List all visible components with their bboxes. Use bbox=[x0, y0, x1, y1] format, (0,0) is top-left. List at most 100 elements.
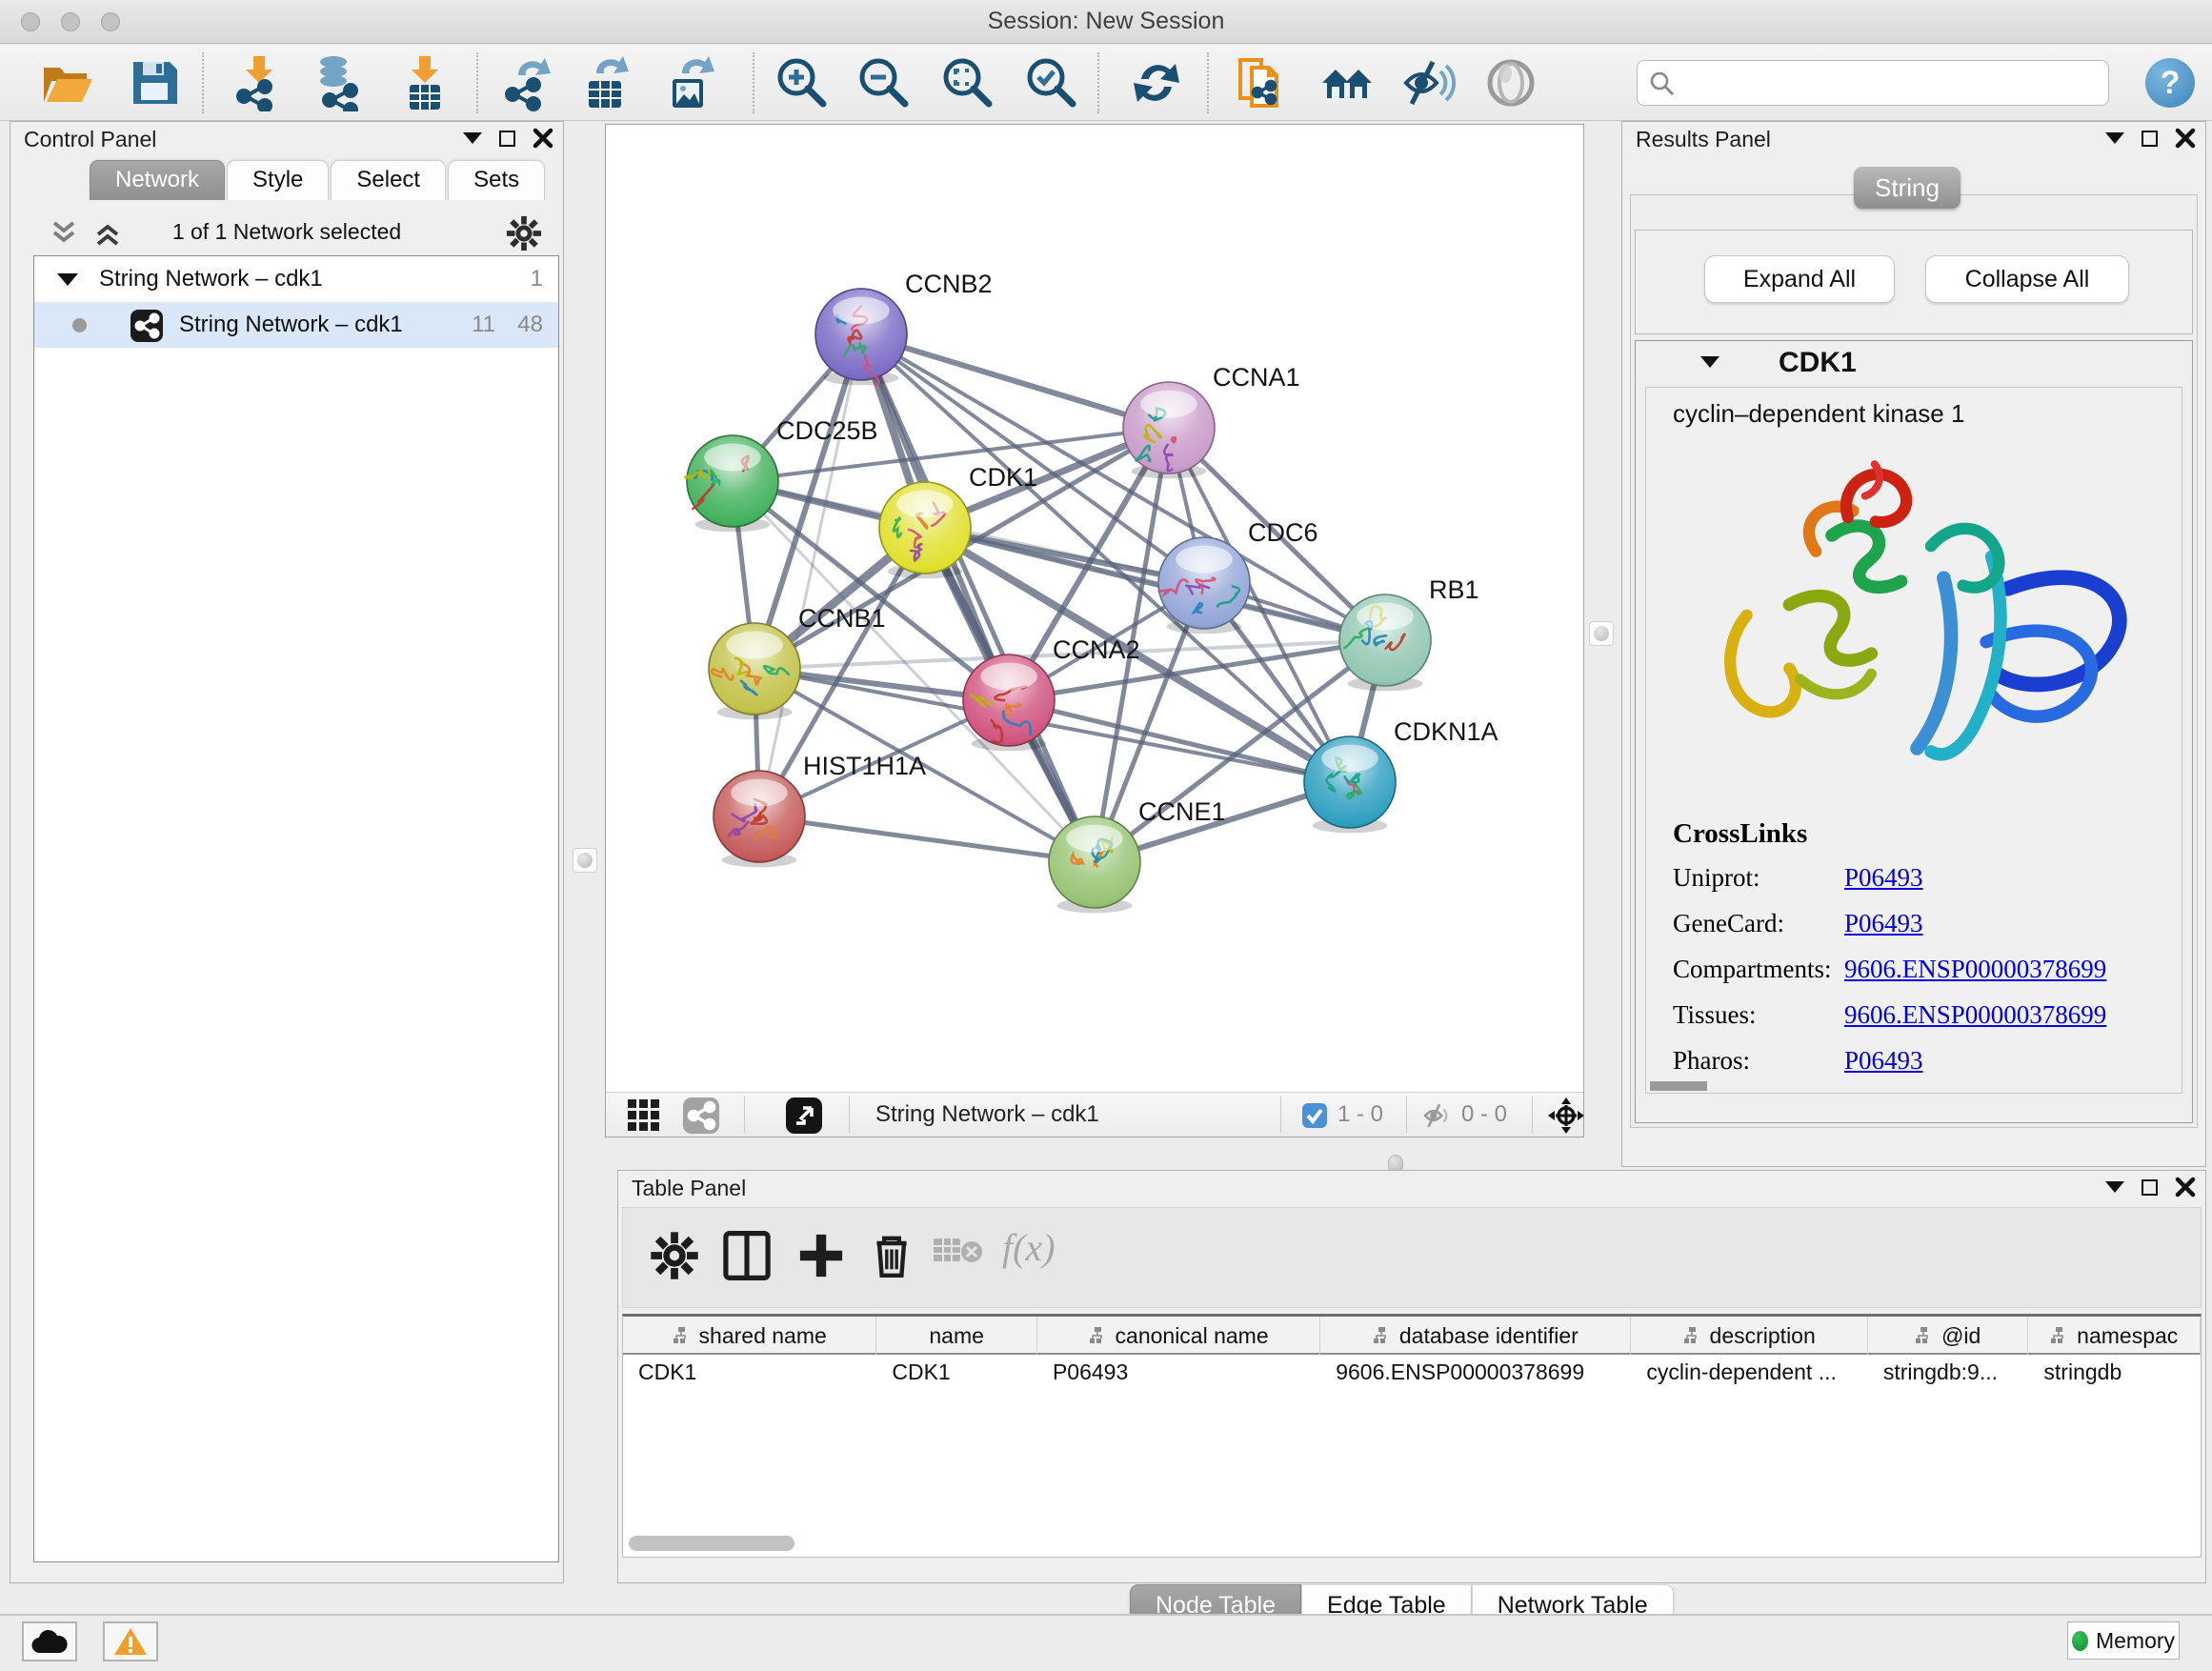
collection-expand-icon[interactable] bbox=[57, 273, 78, 286]
crosslink-link[interactable]: 9606.ENSP00000378699 bbox=[1844, 955, 2106, 984]
network-badge-icon[interactable] bbox=[682, 1097, 720, 1135]
delete-column-icon[interactable] bbox=[867, 1231, 916, 1280]
import-network-icon[interactable] bbox=[231, 54, 288, 111]
panel-menu-icon[interactable] bbox=[2105, 132, 2124, 144]
search-input[interactable] bbox=[1637, 60, 2109, 106]
node-label-CDK1: CDK1 bbox=[969, 463, 1037, 492]
network-collection-row[interactable]: String Network – cdk1 1 bbox=[34, 256, 558, 302]
table-row[interactable]: CDK1CDK1P064939606.ENSP00000378699cyclin… bbox=[623, 1355, 2201, 1393]
network-row[interactable]: String Network – cdk1 11 48 bbox=[34, 302, 558, 348]
birdseye-view-icon[interactable] bbox=[785, 1097, 823, 1135]
section-collapse-icon[interactable] bbox=[1700, 356, 1719, 368]
grid-view-icon[interactable] bbox=[627, 1098, 661, 1133]
network-edge-CCNB2-HIST1H1A[interactable] bbox=[759, 334, 861, 816]
expand-all-button[interactable]: Expand All bbox=[1704, 255, 1895, 303]
export-image-icon[interactable] bbox=[661, 54, 718, 111]
search-text-field[interactable] bbox=[1683, 65, 2093, 101]
zoom-in-icon[interactable] bbox=[774, 54, 831, 111]
close-panel-icon[interactable] bbox=[2175, 128, 2196, 149]
show-all-icon[interactable] bbox=[1482, 54, 1539, 111]
gear-icon[interactable] bbox=[650, 1231, 699, 1280]
cloud-status-button[interactable] bbox=[22, 1621, 77, 1661]
column-header-label: @id bbox=[1941, 1323, 1981, 1349]
network-node-CCNA1[interactable] bbox=[1123, 382, 1215, 478]
table-cell[interactable]: P06493 bbox=[1037, 1355, 1320, 1393]
collapse-all-button[interactable]: Collapse All bbox=[1925, 255, 2129, 303]
column-header-label: description bbox=[1710, 1323, 1816, 1349]
node-table: shared namenamecanonical namedatabase id… bbox=[622, 1314, 2202, 1558]
table-toolbar: f(x) bbox=[622, 1207, 2202, 1308]
network-edge-CCNB2-CCNE1[interactable] bbox=[861, 334, 1095, 862]
network-edge-CCNB2-CCNA1[interactable] bbox=[861, 334, 1169, 428]
network-edge-HIST1H1A-CCNE1[interactable] bbox=[759, 816, 1095, 862]
table-cell[interactable]: CDK1 bbox=[876, 1355, 1037, 1393]
panel-menu-icon[interactable] bbox=[2105, 1181, 2124, 1193]
import-network-from-database-icon[interactable] bbox=[311, 54, 368, 111]
column-header-name[interactable]: name bbox=[876, 1317, 1037, 1355]
crosslink-link[interactable]: P06493 bbox=[1844, 863, 1923, 893]
close-panel-icon[interactable] bbox=[533, 128, 553, 149]
node-section-header[interactable]: CDK1 bbox=[1636, 341, 2192, 385]
show-columns-icon[interactable] bbox=[722, 1231, 772, 1280]
pan-crosshair-icon[interactable] bbox=[1547, 1097, 1585, 1135]
open-session-icon[interactable] bbox=[38, 54, 95, 111]
cloud-icon bbox=[30, 1628, 69, 1655]
table-cell[interactable]: stringdb:9... bbox=[1868, 1355, 2029, 1393]
warning-status-button[interactable] bbox=[103, 1621, 158, 1661]
save-session-icon[interactable] bbox=[126, 54, 183, 111]
network-canvas[interactable]: CCNB2CCNA1CDC25BCDK1CDC6RB1CCNB1CCNA2CDK… bbox=[606, 125, 1583, 1092]
column-header-@id[interactable]: @id bbox=[1868, 1317, 2029, 1355]
results-scrollbar-thumb[interactable] bbox=[1650, 1081, 1707, 1091]
tab-string[interactable]: String bbox=[1854, 167, 1961, 209]
network-node-CDK1[interactable] bbox=[879, 482, 971, 578]
add-column-icon[interactable] bbox=[796, 1231, 846, 1280]
apply-layout-icon[interactable] bbox=[1128, 54, 1185, 111]
table-hscrollbar-thumb[interactable] bbox=[629, 1536, 794, 1551]
network-node-CDC25B[interactable] bbox=[685, 435, 778, 532]
crosslink-link[interactable]: P06493 bbox=[1844, 909, 1923, 938]
zoom-out-icon[interactable] bbox=[855, 54, 913, 111]
column-header-canonical-name[interactable]: canonical name bbox=[1037, 1317, 1320, 1355]
close-panel-icon[interactable] bbox=[2175, 1177, 2196, 1198]
network-node-HIST1H1A[interactable] bbox=[714, 771, 805, 867]
export-network-icon[interactable] bbox=[499, 54, 556, 111]
right-splitter-handle[interactable] bbox=[1589, 621, 1614, 646]
zoom-selected-icon[interactable] bbox=[1023, 54, 1080, 111]
export-table-icon[interactable] bbox=[577, 54, 634, 111]
column-header-shared-name[interactable]: shared name bbox=[623, 1317, 876, 1355]
network-node-CDKN1A[interactable] bbox=[1304, 736, 1396, 833]
help-icon[interactable]: ? bbox=[2145, 58, 2195, 108]
column-header-description[interactable]: description bbox=[1631, 1317, 1867, 1355]
crosslink-link[interactable]: P06493 bbox=[1844, 1046, 1923, 1076]
table-cell[interactable]: 9606.ENSP00000378699 bbox=[1320, 1355, 1631, 1393]
left-splitter-handle[interactable] bbox=[573, 848, 597, 873]
memory-button[interactable]: Memory bbox=[2067, 1621, 2180, 1660]
tab-style[interactable]: Style bbox=[227, 160, 329, 200]
network-view: CCNB2CCNA1CDC25BCDK1CDC6RB1CCNB1CCNA2CDK… bbox=[605, 124, 1584, 1137]
table-cell[interactable]: stringdb bbox=[2028, 1355, 2201, 1393]
column-header-database-identifier[interactable]: database identifier bbox=[1320, 1317, 1631, 1355]
float-panel-icon[interactable] bbox=[2142, 1179, 2158, 1196]
selected-checkbox-icon[interactable] bbox=[1301, 1102, 1328, 1129]
control-panel: Control Panel NetworkStyleSelectSets 1 o… bbox=[10, 121, 564, 1583]
network-node-RB1[interactable] bbox=[1339, 594, 1431, 691]
hide-selected-icon[interactable] bbox=[1400, 54, 1458, 111]
network-node-CCNB1[interactable] bbox=[709, 623, 800, 719]
crosslink-link[interactable]: 9606.ENSP00000378699 bbox=[1844, 1000, 2106, 1030]
import-table-icon[interactable] bbox=[396, 54, 453, 111]
first-neighbors-icon[interactable] bbox=[1318, 54, 1376, 111]
float-panel-icon[interactable] bbox=[2142, 131, 2158, 147]
float-panel-icon[interactable] bbox=[499, 131, 515, 147]
column-header-namespac[interactable]: namespac bbox=[2028, 1317, 2201, 1355]
table-cell[interactable]: CDK1 bbox=[623, 1355, 876, 1393]
zoom-fit-icon[interactable] bbox=[939, 54, 996, 111]
network-node-CCNE1[interactable] bbox=[1049, 816, 1140, 913]
collection-count: 1 bbox=[531, 266, 543, 292]
gear-icon[interactable] bbox=[506, 215, 542, 252]
table-cell[interactable]: cyclin-dependent ... bbox=[1631, 1355, 1867, 1393]
panel-menu-icon[interactable] bbox=[463, 132, 482, 144]
new-network-from-selection-icon[interactable] bbox=[1233, 54, 1290, 111]
tab-network[interactable]: Network bbox=[90, 160, 225, 200]
tab-sets[interactable]: Sets bbox=[448, 160, 545, 200]
tab-select[interactable]: Select bbox=[331, 160, 446, 200]
